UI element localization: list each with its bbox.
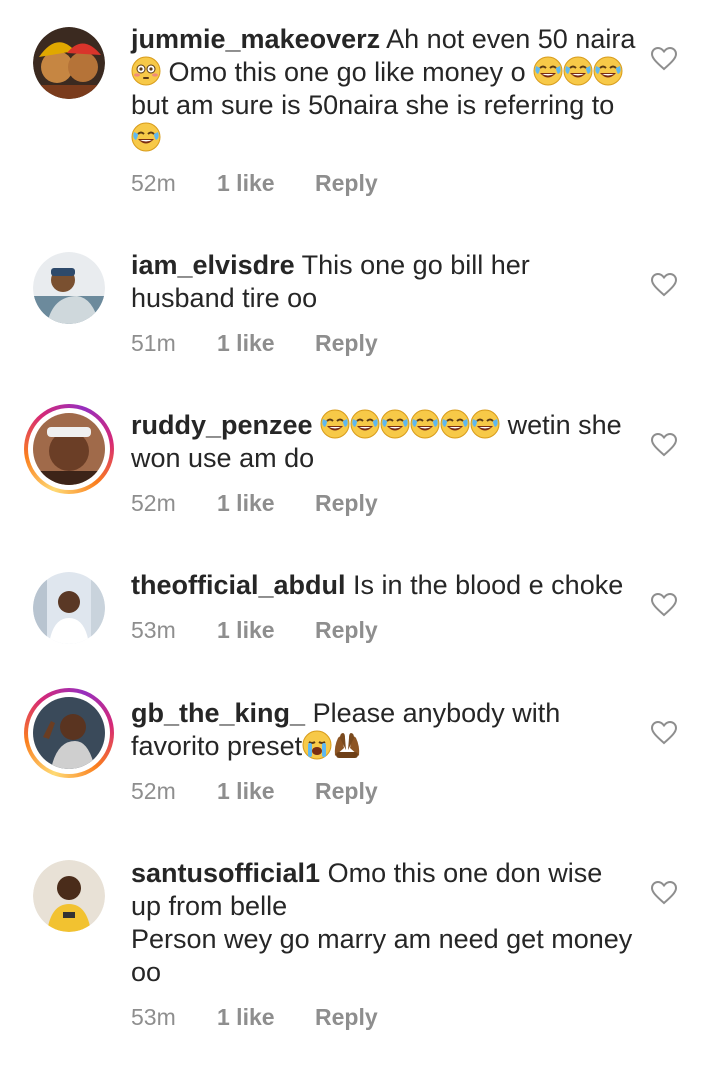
comment-body: ruddy_penzee wetin she won use am do (131, 409, 636, 475)
comment-likes[interactable]: 1 like (217, 170, 315, 197)
laughing-emoji-icon (593, 56, 623, 86)
laughing-emoji-icon (320, 409, 350, 439)
reply-button[interactable]: Reply (315, 490, 378, 517)
comment-text: Omo this one go like money o (168, 57, 534, 87)
comment-username[interactable]: theofficial_abdul (131, 570, 346, 600)
comment-text: Is in the blood e choke (353, 570, 624, 600)
laughing-emoji-icon (410, 409, 440, 439)
comment-likes[interactable]: 1 like (217, 490, 315, 517)
laughing-emoji-icon (533, 56, 563, 86)
reply-button[interactable]: Reply (315, 170, 378, 197)
comment-time: 52m (131, 490, 176, 516)
heart-outline-icon[interactable] (651, 273, 677, 297)
comment-text: Ah not even 50 naira (386, 24, 636, 54)
reply-button[interactable]: Reply (315, 330, 378, 357)
reply-button[interactable]: Reply (315, 1004, 378, 1031)
comment-username[interactable]: iam_elvisdre (131, 250, 295, 280)
laughing-emoji-icon (563, 56, 593, 86)
comment-body: santusofficial1 Omo this one don wise up… (131, 857, 636, 989)
avatar[interactable] (33, 252, 105, 324)
comment-body: gb_the_king_ Please anybody with favorit… (131, 697, 636, 763)
avatar-story-ring[interactable] (24, 404, 114, 494)
heart-outline-icon[interactable] (651, 881, 677, 905)
comment-username[interactable]: ruddy_penzee (131, 410, 313, 440)
avatar-story-ring[interactable] (24, 688, 114, 778)
avatar-image (33, 252, 105, 324)
comment-time: 53m (131, 617, 176, 643)
laughing-emoji-icon (440, 409, 470, 439)
heart-outline-icon[interactable] (651, 593, 677, 617)
comment-username[interactable]: gb_the_king_ (131, 698, 305, 728)
heart-outline-icon[interactable] (651, 721, 677, 745)
comment-meta: 52m 1 like Reply (131, 170, 378, 197)
laughing-emoji-icon (350, 409, 380, 439)
avatar-image (33, 572, 105, 644)
comment-text: Person wey go marry am need get money oo (131, 924, 633, 987)
comment-body: theofficial_abdul Is in the blood e chok… (131, 569, 636, 602)
heart-outline-icon[interactable] (651, 47, 677, 71)
comment-text: but am sure is 50naira she is referring … (131, 90, 615, 120)
comment-meta: 52m 1 like Reply (131, 778, 378, 805)
comment-time: 52m (131, 170, 176, 196)
avatar-image (33, 697, 105, 769)
loudly-crying-emoji-icon (302, 730, 332, 760)
comment-username[interactable]: santusofficial1 (131, 858, 320, 888)
comment-meta: 53m 1 like Reply (131, 1004, 378, 1031)
comment-meta: 53m 1 like Reply (131, 617, 378, 644)
comment-likes[interactable]: 1 like (217, 778, 315, 805)
comment-time: 52m (131, 778, 176, 804)
comment-body: iam_elvisdre This one go bill her husban… (131, 249, 636, 315)
avatar-image (33, 860, 105, 932)
reply-button[interactable]: Reply (315, 617, 378, 644)
comment-likes[interactable]: 1 like (217, 330, 315, 357)
comment-meta: 52m 1 like Reply (131, 490, 378, 517)
avatar[interactable] (33, 27, 105, 99)
comment-body: jummie_makeoverz Ah not even 50 naira Om… (131, 23, 636, 155)
avatar-image (33, 413, 105, 485)
comment-likes[interactable]: 1 like (217, 1004, 315, 1031)
palms-up-together-emoji-icon (332, 730, 362, 760)
comment-time: 51m (131, 330, 176, 356)
flushed-emoji-icon (131, 56, 161, 86)
reply-button[interactable]: Reply (315, 778, 378, 805)
avatar[interactable] (33, 860, 105, 932)
avatar-image (33, 27, 105, 99)
comment-time: 53m (131, 1004, 176, 1030)
laughing-emoji-icon (131, 122, 161, 152)
comment-likes[interactable]: 1 like (217, 617, 315, 644)
laughing-emoji-icon (470, 409, 500, 439)
comment-meta: 51m 1 like Reply (131, 330, 378, 357)
avatar[interactable] (33, 572, 105, 644)
comment-username[interactable]: jummie_makeoverz (131, 24, 380, 54)
laughing-emoji-icon (380, 409, 410, 439)
heart-outline-icon[interactable] (651, 433, 677, 457)
